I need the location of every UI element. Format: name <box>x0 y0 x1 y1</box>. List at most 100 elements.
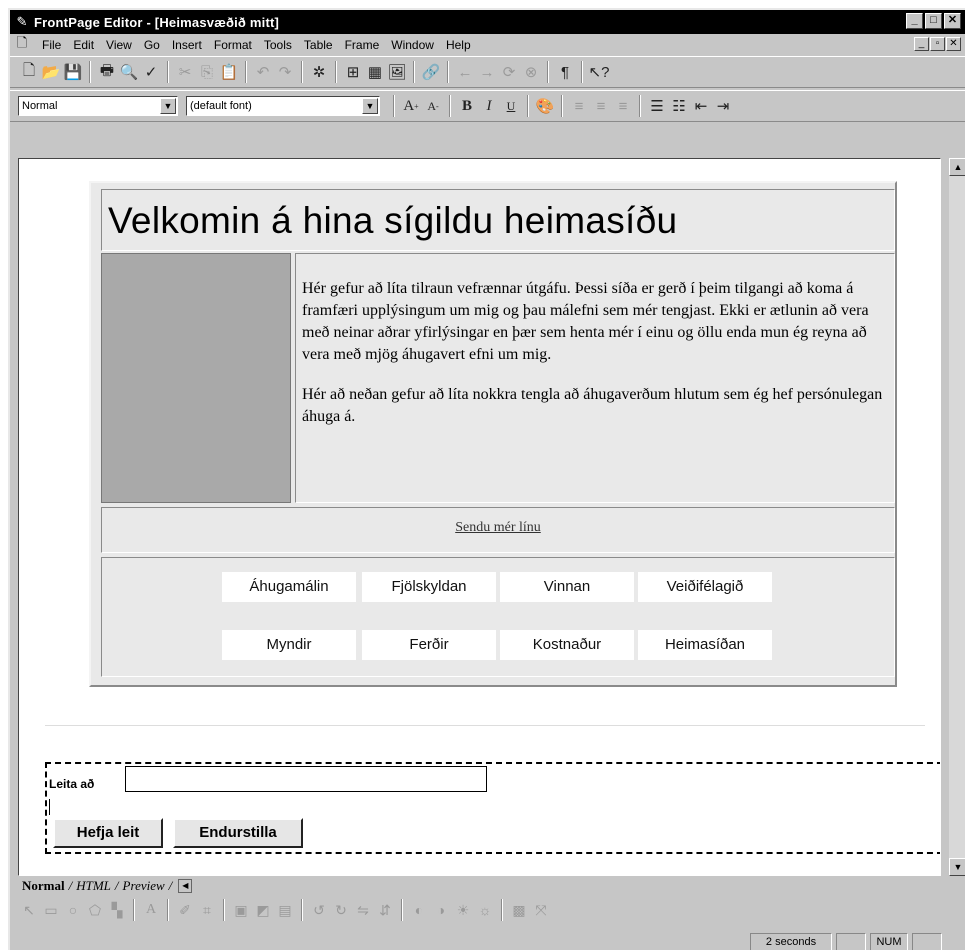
resample-icon[interactable]: ⤧ <box>530 899 552 921</box>
menu-window[interactable]: Window <box>385 38 440 52</box>
redo-icon[interactable]: ↷ <box>274 61 296 83</box>
search-form[interactable]: Leita að Hefja leit Endurstilla <box>45 762 940 854</box>
rotate-left-icon[interactable]: ↺ <box>308 899 330 921</box>
document-icon[interactable]: 🗋 <box>14 35 30 53</box>
reset-button[interactable]: Endurstilla <box>173 818 303 848</box>
washout-icon[interactable]: ▣ <box>230 899 252 921</box>
help-pointer-icon[interactable]: ↖? <box>588 61 610 83</box>
new-page-icon[interactable]: 🗋 <box>18 61 40 83</box>
vertical-scrollbar[interactable]: ▲ ▼ <box>949 158 965 876</box>
decrease-indent-icon[interactable]: ⇤ <box>690 95 712 117</box>
less-contrast-icon[interactable]: ◑ <box>430 899 452 921</box>
mail-link[interactable]: Sendu mér línu <box>455 520 541 535</box>
intro-text-cell[interactable]: Hér gefur að líta tilraun vefrænnar útgá… <box>295 253 895 503</box>
menu-help[interactable]: Help <box>440 38 477 52</box>
links-paragraph[interactable]: Hér að neðan gefur að líta nokkra tengla… <box>302 384 890 428</box>
nav-button-vinnan[interactable]: Vinnan <box>500 572 634 602</box>
chevron-down-icon[interactable]: ▼ <box>160 98 176 114</box>
tab-preview[interactable]: Preview <box>119 878 169 894</box>
polygon-icon[interactable]: ⬠ <box>84 899 106 921</box>
align-right-icon[interactable]: ≡ <box>612 95 634 117</box>
intro-paragraph[interactable]: Hér gefur að líta tilraun vefrænnar útgá… <box>302 278 890 366</box>
circle-icon[interactable]: ○ <box>62 899 84 921</box>
insert-image-icon[interactable]: 🖼 <box>386 61 408 83</box>
nav-button-fjolskyldan[interactable]: Fjölskyldan <box>362 572 496 602</box>
text-tool-icon[interactable]: A <box>140 899 162 921</box>
doc-close-button[interactable]: ✕ <box>946 37 961 51</box>
nav-button-heimasidan[interactable]: Heimasíðan <box>638 630 772 660</box>
stop-icon[interactable]: ⊗ <box>520 61 542 83</box>
menu-view[interactable]: View <box>100 38 138 52</box>
italic-icon[interactable]: I <box>478 95 500 117</box>
nav-button-kostnadur[interactable]: Kostnaður <box>500 630 634 660</box>
menu-frame[interactable]: Frame <box>339 38 386 52</box>
forward-arrow-icon[interactable]: → <box>476 61 498 83</box>
crop-icon[interactable]: ⌗ <box>196 899 218 921</box>
refresh-icon[interactable]: ⟳ <box>498 61 520 83</box>
print-icon[interactable]: 🖶 <box>96 61 118 83</box>
save-icon[interactable]: 💾 <box>62 61 84 83</box>
nav-button-myndir[interactable]: Myndir <box>222 630 356 660</box>
insert-table-icon[interactable]: ⊞ <box>342 61 364 83</box>
menu-format[interactable]: Format <box>208 38 258 52</box>
black-white-icon[interactable]: ◩ <box>252 899 274 921</box>
increase-font-icon[interactable]: A + <box>400 95 422 117</box>
menu-go[interactable]: Go <box>138 38 166 52</box>
align-left-icon[interactable]: ≡ <box>568 95 590 117</box>
more-contrast-icon[interactable]: ◐ <box>408 899 430 921</box>
numbered-list-icon[interactable]: ☰ <box>646 95 668 117</box>
spelling-icon[interactable]: ✓ <box>140 61 162 83</box>
maximize-button[interactable]: □ <box>925 13 942 29</box>
bold-icon[interactable]: B <box>456 95 478 117</box>
nav-button-ferdir[interactable]: Ferðir <box>362 630 496 660</box>
page-heading[interactable]: Velkomin á hina sígildu heimasíðu <box>108 200 677 242</box>
open-folder-icon[interactable]: 📂 <box>40 61 62 83</box>
make-transparent-icon[interactable]: ✐ <box>174 899 196 921</box>
bulleted-list-icon[interactable]: ☷ <box>668 95 690 117</box>
menu-insert[interactable]: Insert <box>166 38 208 52</box>
scroll-up-icon[interactable]: ▲ <box>949 158 965 176</box>
less-brightness-icon[interactable]: ☼ <box>474 899 496 921</box>
minimize-button[interactable]: _ <box>906 13 923 29</box>
scroll-down-icon[interactable]: ▼ <box>949 858 965 876</box>
image-placeholder[interactable] <box>101 253 291 503</box>
paragraph-marks-icon[interactable]: ¶ <box>554 61 576 83</box>
doc-restore-button[interactable]: ▫ <box>930 37 945 51</box>
layout-table[interactable]: Velkomin á hina sígildu heimasíðu Hér ge… <box>89 181 897 687</box>
undo-icon[interactable]: ↶ <box>252 61 274 83</box>
search-input[interactable] <box>125 766 487 792</box>
decrease-font-icon[interactable]: A- <box>422 95 444 117</box>
frontpage-app-icon[interactable]: ✎ <box>14 14 30 30</box>
paragraph-style-select[interactable]: Normal ▼ <box>18 96 178 116</box>
menu-table[interactable]: Table <box>298 38 339 52</box>
hyperlink-icon[interactable]: 🔗 <box>420 61 442 83</box>
chevron-down-icon[interactable]: ▼ <box>362 98 378 114</box>
rotate-right-icon[interactable]: ↻ <box>330 899 352 921</box>
horizontal-rule[interactable] <box>45 725 925 726</box>
font-select[interactable]: (default font) ▼ <box>186 96 380 116</box>
select-pointer-icon[interactable]: ↖ <box>18 899 40 921</box>
bevel-icon[interactable]: ▩ <box>508 899 530 921</box>
print-preview-icon[interactable]: 🔍 <box>118 61 140 83</box>
more-brightness-icon[interactable]: ☀ <box>452 899 474 921</box>
nav-button-veidifelagid[interactable]: Veiðifélagið <box>638 572 772 602</box>
highlight-hotspots-icon[interactable]: ▚ <box>106 899 128 921</box>
tab-html[interactable]: HTML <box>72 878 115 894</box>
menu-edit[interactable]: Edit <box>67 38 100 52</box>
align-center-icon[interactable]: ≡ <box>590 95 612 117</box>
webbot-icon[interactable]: ✲ <box>308 61 330 83</box>
title-bar[interactable]: ✎ FrontPage Editor - [Heimasvæðið mitt] … <box>10 10 965 34</box>
underline-icon[interactable]: U <box>500 95 522 117</box>
increase-indent-icon[interactable]: ⇥ <box>712 95 734 117</box>
table-grid-icon[interactable]: ▦ <box>364 61 386 83</box>
restore-image-icon[interactable]: ▤ <box>274 899 296 921</box>
submit-search-button[interactable]: Hefja leit <box>53 818 163 848</box>
menu-file[interactable]: File <box>36 38 67 52</box>
menu-tools[interactable]: Tools <box>258 38 298 52</box>
back-arrow-icon[interactable]: ← <box>454 61 476 83</box>
cut-icon[interactable]: ✂ <box>174 61 196 83</box>
text-color-icon[interactable]: 🎨 <box>534 95 556 117</box>
doc-minimize-button[interactable]: _ <box>914 37 929 51</box>
paste-icon[interactable]: 📋 <box>218 61 240 83</box>
heading-cell[interactable]: Velkomin á hina sígildu heimasíðu <box>101 189 895 251</box>
